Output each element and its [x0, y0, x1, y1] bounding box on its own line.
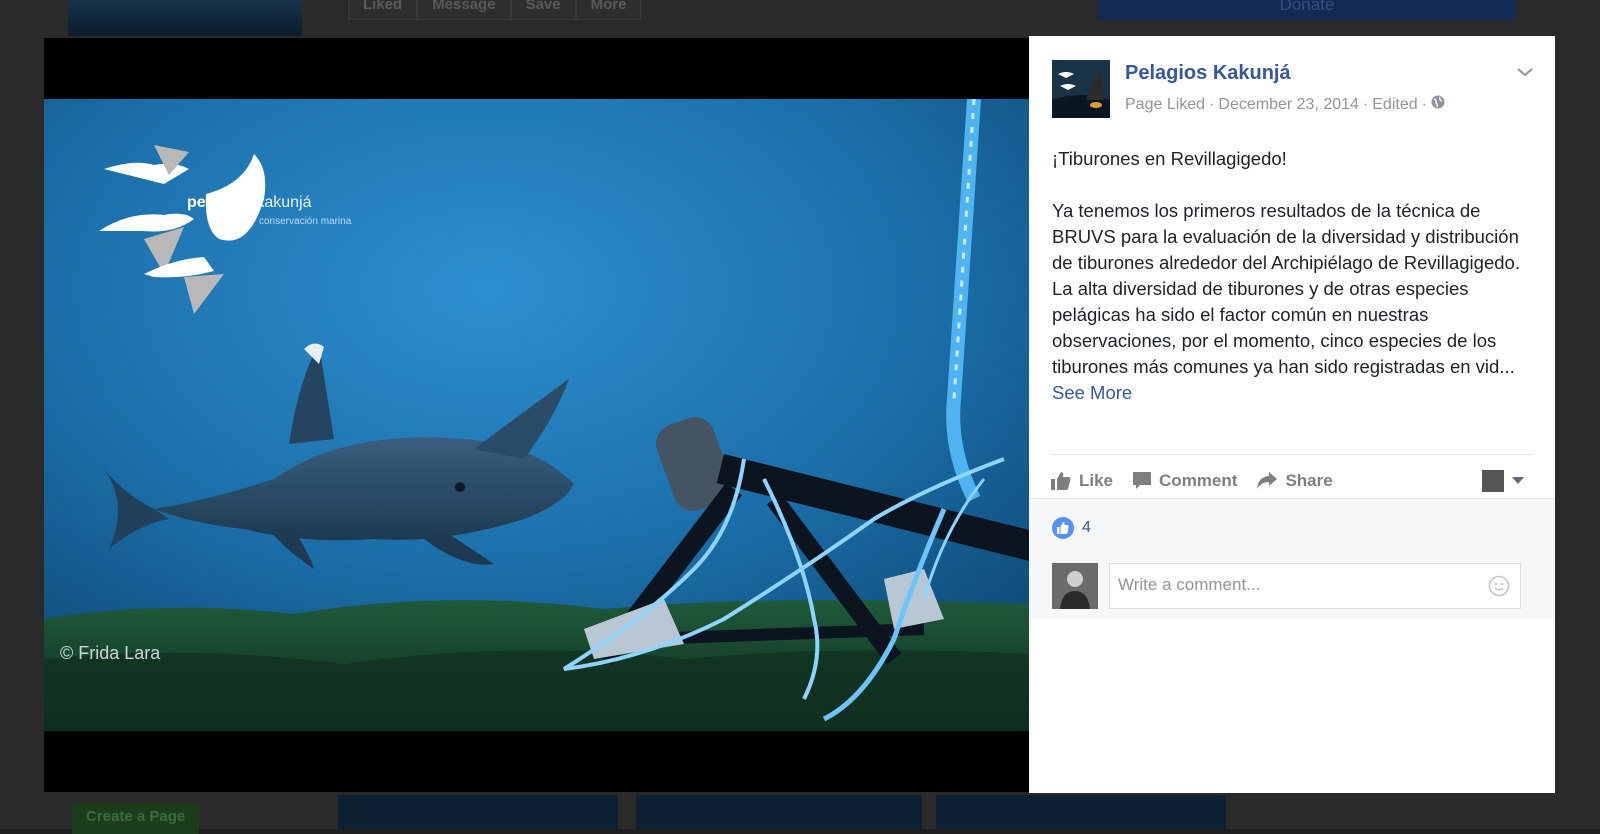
- logo-brand: pelagios: [187, 194, 252, 211]
- see-more-link[interactable]: See More: [1052, 382, 1132, 403]
- background-cover-thumb: [68, 0, 302, 36]
- background-create-page-button: Create a Page: [72, 803, 200, 834]
- chevron-down-icon[interactable]: [1515, 62, 1535, 82]
- comment-box[interactable]: [1109, 563, 1521, 609]
- current-user-avatar: [1052, 563, 1098, 609]
- like-reaction-icon: [1052, 517, 1074, 539]
- post-headline: ¡Tiburones en Revillagigedo!: [1052, 148, 1287, 169]
- viewer-avatar: [1482, 470, 1504, 492]
- comments-section: 4: [1029, 498, 1555, 619]
- smiley-icon[interactable]: [1488, 575, 1510, 597]
- comment-input[interactable]: [1110, 564, 1478, 606]
- caret-down-icon: [1512, 477, 1524, 484]
- like-label: Like: [1079, 471, 1114, 490]
- post-meta: Page Liked · December 23, 2014 · Edited …: [1125, 95, 1445, 114]
- background-save-button: Save: [510, 0, 576, 20]
- logo-tagline: conservación marina: [259, 216, 352, 227]
- shark-photo[interactable]: pelagios kakunjá conservación marina © F…: [44, 99, 1029, 731]
- logo-wordmark: pelagios kakunjá: [187, 194, 312, 212]
- post-body: Ya tenemos los primeros resultados de la…: [1052, 200, 1520, 377]
- like-button[interactable]: Like: [1051, 471, 1113, 491]
- comment-button[interactable]: Comment: [1133, 471, 1237, 491]
- edited-link[interactable]: Edited: [1372, 96, 1417, 114]
- photo-credit: © Frida Lara: [60, 643, 161, 663]
- share-icon: [1257, 472, 1278, 489]
- background-photo-thumb: [338, 795, 618, 829]
- post-side-panel: Pelagios Kakunjá Page Liked · December 2…: [1029, 36, 1555, 793]
- post-date-link[interactable]: December 23, 2014: [1218, 96, 1359, 114]
- share-label: Share: [1285, 471, 1333, 490]
- comment-icon: [1133, 472, 1152, 489]
- divider: [1052, 454, 1532, 455]
- background-liked-button: Liked: [348, 0, 418, 20]
- comment-label: Comment: [1159, 471, 1238, 490]
- globe-icon[interactable]: [1431, 95, 1445, 114]
- background-photo-thumb: [936, 795, 1226, 829]
- background-more-button: More: [575, 0, 642, 20]
- photo-stage[interactable]: pelagios kakunjá conservación marina © F…: [44, 38, 1029, 792]
- share-button[interactable]: Share: [1257, 471, 1333, 491]
- background-message-button: Message: [417, 0, 511, 20]
- post-text: ¡Tiburones en Revillagigedo! Ya tenemos …: [1052, 146, 1532, 406]
- background-action-bar: Liked Message Save More: [348, 0, 828, 20]
- post-as-selector[interactable]: [1482, 464, 1524, 498]
- post-action-bar: Like Comment Share: [1051, 464, 1333, 498]
- meta-page-liked: Page Liked: [1125, 95, 1206, 113]
- background-photo-thumb: [636, 795, 922, 829]
- page-name-link[interactable]: Pelagios Kakunjá: [1125, 62, 1291, 85]
- logo-brand-second: kakunjá: [256, 194, 312, 211]
- page-avatar[interactable]: [1052, 60, 1110, 118]
- like-icon: [1051, 472, 1071, 490]
- background-donate-button: Donate: [1098, 0, 1516, 20]
- reaction-count: 4: [1082, 519, 1091, 536]
- reactions-summary[interactable]: 4: [1052, 517, 1091, 539]
